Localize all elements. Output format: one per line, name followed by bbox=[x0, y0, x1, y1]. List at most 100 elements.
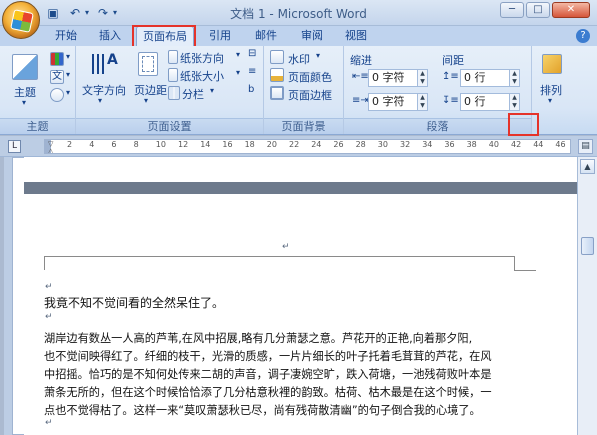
office-button[interactable] bbox=[2, 1, 40, 39]
theme-effects-dropdown-icon[interactable]: ▾ bbox=[66, 88, 70, 97]
group-paragraph: 缩进 ⇤≡ 0 字符 ▲ ▼ ≡⇥ 0 字符 ▲ ▼ 间距 ↥≡ 0 行 ▲ ▼ ↧≡ 0 … bbox=[344, 46, 532, 134]
columns-icon[interactable] bbox=[168, 86, 180, 100]
tab-insert[interactable]: 插入 bbox=[92, 26, 128, 46]
ruler-number: 42 bbox=[511, 140, 522, 149]
group-page-setup: A 文字方向 ▾ 页边距 ▾ 纸张方向 ▾ 纸张大小 ▾ 分栏 ▾ ⊟ ≡ b … bbox=[76, 46, 264, 134]
theme-colors-icon[interactable] bbox=[50, 52, 64, 66]
undo-dropdown-icon[interactable]: ▾ bbox=[82, 4, 92, 22]
launcher-highlight-box bbox=[508, 113, 539, 136]
orientation-label[interactable]: 纸张方向 bbox=[180, 50, 224, 66]
columns-label[interactable]: 分栏 bbox=[182, 86, 204, 102]
indent-right-field[interactable]: 0 字符 ▲ ▼ bbox=[368, 93, 428, 111]
maximize-button[interactable]: □ bbox=[526, 2, 550, 18]
indent-right-icon: ≡⇥ bbox=[352, 95, 369, 106]
tab-view[interactable]: 视图 bbox=[338, 26, 374, 46]
margin-corner-mark bbox=[44, 256, 45, 270]
close-button[interactable]: ✕ bbox=[552, 2, 590, 18]
vertical-ruler-area bbox=[4, 157, 25, 435]
scroll-up-icon[interactable]: ▲ bbox=[580, 159, 595, 174]
vertical-scrollbar[interactable]: ▲ bbox=[577, 157, 597, 435]
ruler-number: 44 bbox=[533, 140, 544, 149]
tab-home[interactable]: 开始 bbox=[48, 26, 84, 46]
ruler-number: 38 bbox=[466, 140, 477, 149]
margins-label[interactable]: 页边距 bbox=[134, 82, 167, 98]
group-label-paragraph: 段落 bbox=[344, 118, 531, 134]
themes-icon[interactable] bbox=[12, 54, 38, 80]
qat-customize-icon[interactable]: ▾ bbox=[110, 4, 120, 22]
line-numbers-icon[interactable]: ≡ bbox=[248, 66, 256, 77]
ruler-number: 22 bbox=[289, 140, 300, 149]
ruler-number: 14 bbox=[200, 140, 211, 149]
ruler-number: 8 bbox=[133, 140, 139, 149]
arrange-dropdown-icon[interactable]: ▾ bbox=[548, 96, 552, 105]
text-direction-label[interactable]: 文字方向 bbox=[82, 82, 126, 98]
size-icon[interactable] bbox=[168, 68, 178, 82]
save-icon[interactable]: ▣ bbox=[44, 4, 62, 22]
theme-fonts-icon[interactable]: 文 bbox=[50, 70, 64, 84]
horizontal-ruler[interactable]: ▽ △ 2 4 6 8 10 12 14 16 18 20 22 24 26 28 30 32 34 36 38 40… bbox=[44, 139, 571, 154]
document-line: 我竟不知不觉间看的全然呆住了。 bbox=[44, 296, 225, 310]
tab-review[interactable]: 审阅 bbox=[294, 26, 330, 46]
header-line-mark bbox=[44, 256, 514, 257]
title-bar: 文档 1 - Microsoft Word ▣ ↶ ▾ ↷ ▾ ─ □ ✕ bbox=[0, 0, 597, 26]
themes-dropdown-icon[interactable]: ▾ bbox=[22, 98, 26, 107]
theme-colors-dropdown-icon[interactable]: ▾ bbox=[66, 52, 70, 61]
margin-corner-mark bbox=[514, 256, 515, 270]
tab-references[interactable]: 引用 bbox=[202, 26, 238, 46]
ruler-number: 40 bbox=[488, 140, 499, 149]
document-line: 也不觉间映得红了。纤细的枝干，光滑的质感，一片片细长的叶子托着毛茸茸的芦花，在风 bbox=[44, 350, 492, 363]
watermark-label[interactable]: 水印 bbox=[288, 51, 310, 67]
watermark-dropdown-icon[interactable]: ▾ bbox=[316, 51, 320, 60]
ruler-number: 18 bbox=[244, 140, 255, 149]
page-borders-icon[interactable] bbox=[270, 86, 284, 100]
ruler-number: 20 bbox=[266, 140, 277, 149]
group-page-background: 水印 ▾ 页面颜色 页面边框 页面背景 bbox=[264, 46, 344, 134]
paragraph-mark: ↵ bbox=[282, 242, 290, 252]
tab-selector-icon[interactable]: L bbox=[8, 140, 21, 153]
ruler-number: 24 bbox=[311, 140, 322, 149]
minimize-button[interactable]: ─ bbox=[500, 2, 524, 18]
arrange-icon[interactable] bbox=[542, 54, 562, 74]
text-direction-dropdown-icon[interactable]: ▾ bbox=[98, 96, 102, 105]
columns-dropdown-icon[interactable]: ▾ bbox=[210, 86, 214, 95]
paragraph-mark: ↵ bbox=[45, 312, 53, 322]
spacing-after-field[interactable]: 0 行 ▲ ▼ bbox=[460, 93, 520, 111]
ruler-number: 28 bbox=[355, 140, 366, 149]
document-line: 湖岸边有数丛一人高的芦苇,在风中招展,略有几分萧瑟之意。芦花开的正艳,向着那夕阳… bbox=[44, 332, 473, 345]
office-logo-icon bbox=[10, 9, 34, 33]
margins-icon[interactable] bbox=[138, 52, 158, 76]
view-ruler-icon[interactable]: ▤ bbox=[578, 139, 593, 154]
watermark-icon[interactable] bbox=[270, 50, 284, 64]
ruler-number: 12 bbox=[178, 140, 189, 149]
orientation-dropdown-icon[interactable]: ▾ bbox=[236, 50, 240, 59]
group-label-page-background: 页面背景 bbox=[264, 118, 343, 134]
theme-effects-icon[interactable] bbox=[50, 88, 64, 102]
ruler-number: 4 bbox=[89, 140, 95, 149]
ruler-bar: L ▽ △ 2 4 6 8 10 12 14 16 18 20 22 24 26 28 30 32 34 36 38… bbox=[0, 136, 597, 157]
page-color-label[interactable]: 页面颜色 bbox=[288, 69, 332, 85]
page-borders-label[interactable]: 页面边框 bbox=[288, 87, 332, 103]
hyphenation-icon[interactable]: b bbox=[248, 84, 254, 95]
text-direction-icon[interactable]: A bbox=[90, 52, 118, 76]
ruler-number: 26 bbox=[333, 140, 344, 149]
group-label-themes: 主题 bbox=[0, 118, 75, 134]
orientation-icon[interactable] bbox=[168, 50, 178, 64]
paragraph-mark: ↵ bbox=[45, 282, 53, 292]
indent-left-icon: ⇤≡ bbox=[352, 71, 369, 82]
size-dropdown-icon[interactable]: ▾ bbox=[236, 68, 240, 77]
indent-left-field[interactable]: 0 字符 ▲ ▼ bbox=[368, 69, 428, 87]
size-label[interactable]: 纸张大小 bbox=[180, 68, 224, 84]
breaks-icon[interactable]: ⊟ bbox=[248, 48, 256, 59]
ruler-number: 34 bbox=[422, 140, 433, 149]
spacing-label: 间距 bbox=[442, 54, 464, 67]
margins-dropdown-icon[interactable]: ▾ bbox=[144, 96, 148, 105]
group-themes: 主题 ▾ ▾ 文 ▾ ▾ 主题 bbox=[0, 46, 76, 134]
theme-fonts-dropdown-icon[interactable]: ▾ bbox=[66, 70, 70, 79]
page-color-icon[interactable] bbox=[270, 68, 284, 82]
help-icon[interactable]: ? bbox=[576, 29, 590, 43]
scrollbar-thumb[interactable] bbox=[581, 237, 594, 255]
paragraph-mark: ↵ bbox=[45, 418, 53, 428]
tab-mailings[interactable]: 邮件 bbox=[248, 26, 284, 46]
ruler-number: 36 bbox=[444, 140, 455, 149]
spacing-before-field[interactable]: 0 行 ▲ ▼ bbox=[460, 69, 520, 87]
